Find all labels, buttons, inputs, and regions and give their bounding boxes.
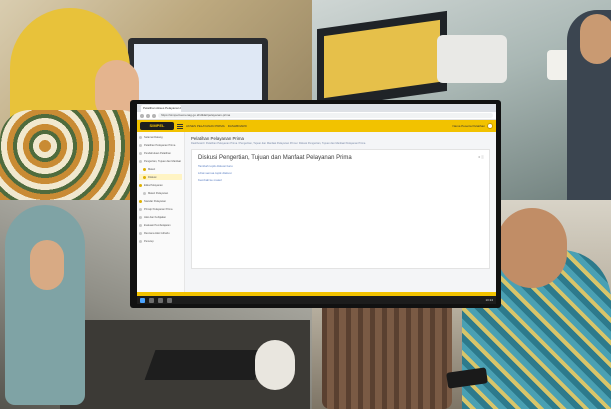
bullet-icon [139,183,142,187]
printer-shape [437,35,507,83]
view-topics-link[interactable]: Lihat semua topik diskusi [198,171,483,175]
sidebar-item-diskusi[interactable]: Diskusi [139,174,182,180]
sidebar-item-label: Pengertian, Tujuan dan Manfaat [144,159,181,163]
user-menu[interactable]: Nama Peserta Pelatihan [452,123,493,129]
sidebar-item-etika[interactable]: Etika Pelayanan [139,182,182,188]
user-name: Nama Peserta Pelatihan [452,124,485,128]
face-shape [580,14,611,64]
sidebar-item-penutup[interactable]: Penutup [139,238,182,244]
app-logo[interactable]: SIMPEL [140,122,174,130]
chair-shape [322,300,452,409]
sidebar-item-label: Pendahuluan Pelatihan [144,151,171,155]
breadcrumb[interactable]: Dashboard / Pelatihan Pelayanan Prima / … [191,142,490,145]
bullet-icon [143,167,146,171]
sidebar-item-label: Selamat Datang [144,135,163,139]
face-shape [497,208,567,288]
back-to-material-link[interactable]: Kembali ke materi [198,178,483,182]
start-icon[interactable] [140,297,145,303]
header-link-dashboard[interactable]: DASHBOARD [228,124,247,128]
main-content: Pelatihan Pelayanan Prima Dashboard / Pe… [185,132,496,296]
browser-address-bar: https://simpel.kemenag.go.id/diklat/pela… [137,112,496,120]
bullet-icon [139,231,142,235]
app-header: SIMPEL AKSES PELAYANAN PRIMA DASHBOARD N… [137,120,496,132]
header-link-akses[interactable]: AKSES PELAYANAN PRIMA [186,124,225,128]
browser-icon[interactable] [167,297,172,303]
sidebar-item-selamat-datang[interactable]: Selamat Datang [139,134,182,140]
bullet-icon [139,239,142,243]
app-body: Selamat Datang Pelatihan Pelayanan Prima… [137,132,496,296]
sidebar-item-label: Etika Pelayanan [144,183,163,187]
keyboard-shape [144,350,266,380]
back-icon[interactable] [140,113,144,118]
sidebar-item-evaluasi[interactable]: Evaluasi Pembelajaran [139,222,182,228]
bullet-icon [139,151,142,155]
face-shape [30,240,64,290]
sidebar-item-aksi[interactable]: Aksi dan Kebijakan [139,214,182,220]
sidebar-item-prinsip[interactable]: Prinsip Pelayanan Prima [139,206,182,212]
search-icon[interactable] [149,297,154,303]
sidebar-item-label: Standar Pelayanan [144,199,167,203]
sidebar-item-label: Pelatihan Pelayanan Prima [144,143,176,147]
discussion-card: Diskusi Pengertian, Tujuan dan Manfaat P… [191,149,490,269]
sidebar-item-label: Penutup [144,239,154,243]
clock: 10:24 [485,298,493,302]
bullet-icon [139,135,142,139]
url-field[interactable]: https://simpel.kemenag.go.id/diklat/pela… [158,113,493,118]
bullet-icon [143,175,146,179]
sidebar-item-label: Materi [148,167,156,171]
sidebar-item-pelatihan[interactable]: Pelatihan Pelayanan Prima [139,142,182,148]
hamburger-menu-icon[interactable] [177,123,183,129]
bullet-icon [139,199,142,203]
page-title: Pelatihan Pelayanan Prima [191,136,244,141]
browser-tab[interactable]: Pelatihan Akses Pelayanan Prima [141,105,181,112]
teal-hijab-shape [5,205,85,405]
sidebar-item-label: Materi Pelayanan [148,191,169,195]
sidebar-item-pengertian[interactable]: Pengertian, Tujuan dan Manfaat [139,158,182,164]
bullet-icon [139,223,142,227]
folder-icon[interactable] [158,297,163,303]
bullet-icon [139,159,142,163]
discussion-title: Diskusi Pengertian, Tujuan dan Manfaat P… [198,155,352,161]
reload-icon[interactable] [152,113,156,118]
sidebar-item-label: Rencana Aksi Individu [144,231,170,235]
sidebar-item-rencana[interactable]: Rencana Aksi Individu [139,230,182,236]
toy-figures-shape [255,340,295,390]
sidebar-item-materi[interactable]: Materi [139,166,182,172]
sidebar-item-label: Diskusi [148,175,157,179]
bullet-icon [139,143,142,147]
add-topic-link[interactable]: Tambah topik diskusi baru [198,164,483,168]
sidebar-item-label: Evaluasi Pembelajaran [144,223,171,227]
sidebar-item-standar[interactable]: Standar Pelayanan [139,198,182,204]
sidebar: Selamat Datang Pelatihan Pelayanan Prima… [137,132,185,296]
info-badge[interactable]: 0 ⓘ [478,155,484,159]
laptop-screen: Pelatihan Akses Pelayanan Prima https://… [137,104,496,304]
sidebar-item-pendahuluan[interactable]: Pendahuluan Pelatihan [139,150,182,156]
os-taskbar: 10:24 [137,296,496,304]
sidebar-item-materi-pelayanan[interactable]: Materi Pelayanan [139,190,182,196]
bullet-icon [143,191,146,195]
avatar [487,123,493,129]
forward-icon[interactable] [146,113,150,118]
browser-tab-strip: Pelatihan Akses Pelayanan Prima [137,104,496,112]
batik-clothing-shape [0,110,150,200]
sidebar-item-label: Aksi dan Kebijakan [144,215,167,219]
bullet-icon [139,215,142,219]
bullet-icon [139,207,142,211]
sidebar-item-label: Prinsip Pelayanan Prima [144,207,173,211]
